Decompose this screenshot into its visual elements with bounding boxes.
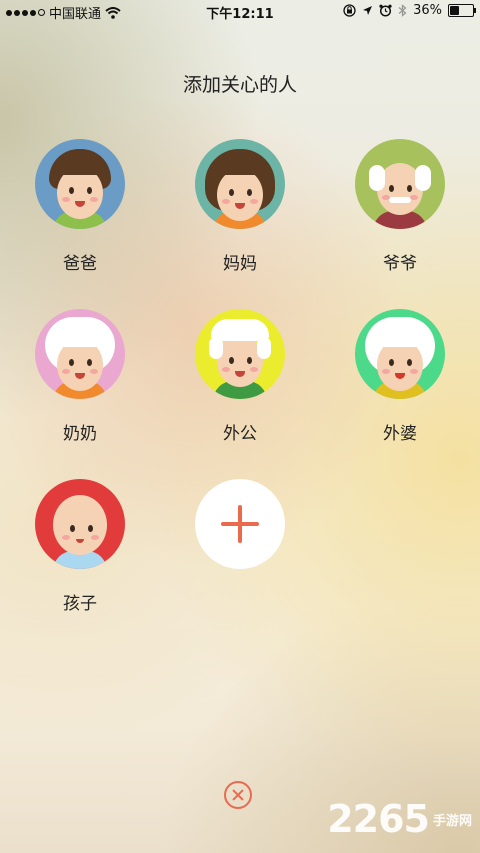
member-grandpa-paternal[interactable]: 爷爷 [345, 139, 455, 274]
grandpa-maternal-avatar [195, 309, 285, 399]
status-right: 36% [343, 3, 476, 18]
member-dad[interactable]: 爸爸 [25, 139, 135, 274]
member-grandma-paternal[interactable]: 奶奶 [25, 309, 135, 444]
member-mom[interactable]: 妈妈 [185, 139, 295, 274]
location-arrow-icon [363, 6, 373, 15]
member-child[interactable]: 孩子 [25, 479, 135, 614]
member-label: 爷爷 [383, 254, 417, 274]
page-title: 添加关心的人 [182, 74, 297, 96]
battery-percent: 36% [413, 3, 442, 18]
grandma-maternal-avatar [355, 309, 445, 399]
watermark: 2265 手游网 [327, 797, 472, 841]
member-grandma-maternal[interactable]: 外婆 [345, 309, 455, 444]
alarm-clock-icon [379, 4, 392, 17]
watermark-number: 2265 [327, 797, 430, 841]
grandpa-paternal-avatar [355, 139, 445, 229]
status-bar: 中国联通 下午12:11 36% [0, 0, 480, 22]
add-member-button[interactable] [185, 479, 295, 569]
battery-fill [450, 6, 459, 15]
battery-icon [448, 4, 476, 17]
plus-icon[interactable] [195, 479, 285, 569]
mom-avatar [195, 139, 285, 229]
close-icon[interactable] [224, 781, 252, 809]
bluetooth-icon [398, 4, 407, 17]
member-label: 外公 [223, 424, 257, 444]
orientation-lock-icon [343, 4, 356, 17]
member-label: 孩子 [63, 594, 97, 614]
watermark-text: 手游网 [432, 813, 472, 829]
grandma-paternal-avatar [35, 309, 125, 399]
member-label: 妈妈 [223, 254, 257, 274]
dad-avatar [35, 139, 125, 229]
child-avatar [35, 479, 125, 569]
member-label: 外婆 [383, 424, 417, 444]
member-label: 爸爸 [63, 254, 97, 274]
member-label: 奶奶 [63, 424, 97, 444]
member-grandpa-maternal[interactable]: 外公 [185, 309, 295, 444]
